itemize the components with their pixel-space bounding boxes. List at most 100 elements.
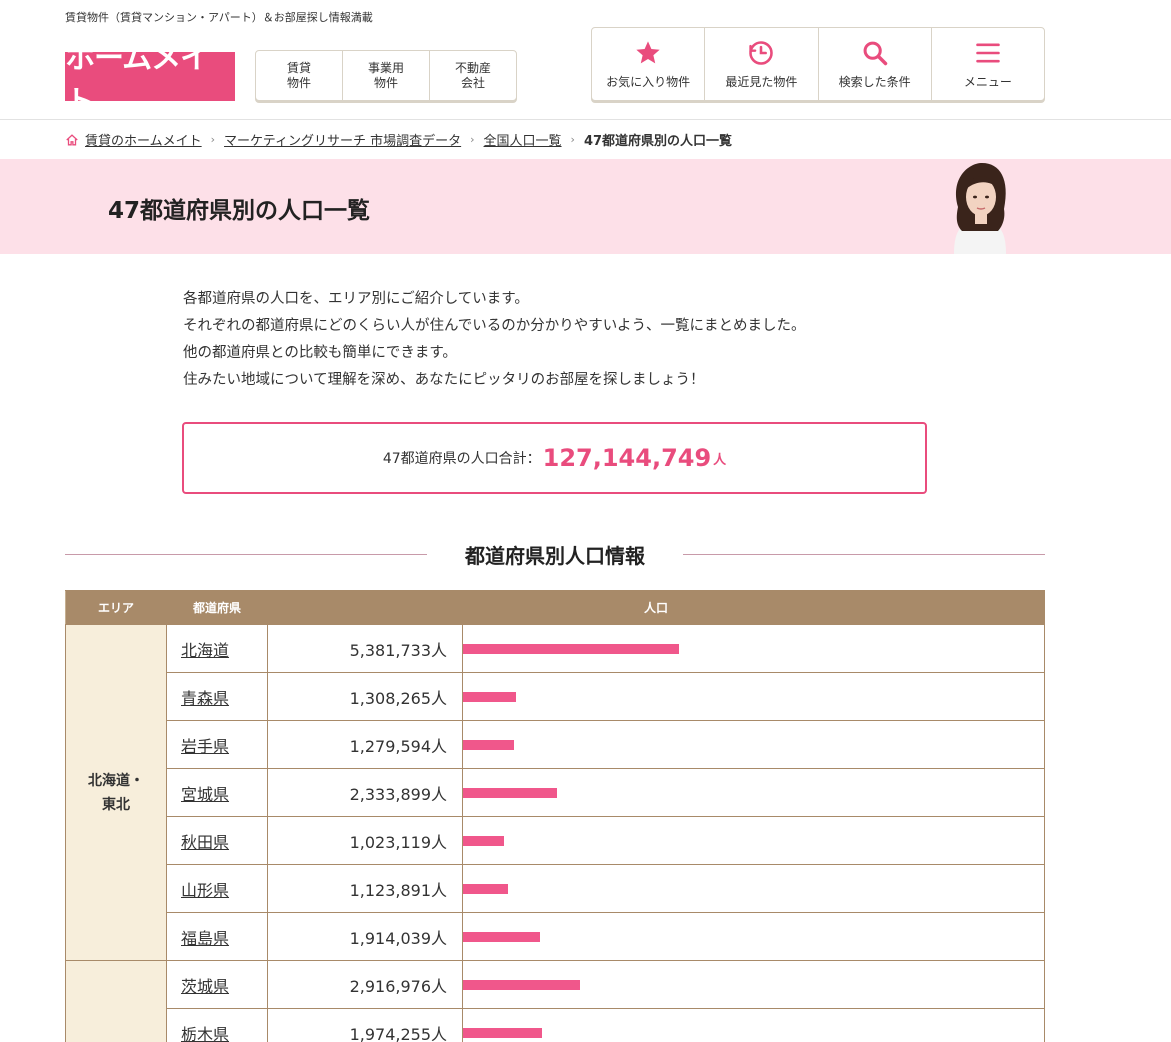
prefecture-link[interactable]: 秋田県 bbox=[181, 833, 229, 852]
table-row: 茨城県 2,916,976人 bbox=[65, 960, 1045, 1042]
population-bar-cell bbox=[462, 912, 1045, 961]
population-bar bbox=[463, 739, 514, 750]
population-bar-cell bbox=[462, 960, 1045, 1009]
searched-conditions-button[interactable]: 検索した条件 bbox=[819, 28, 932, 100]
area-label: 北海道・ bbox=[88, 772, 144, 789]
prefecture-cell: 宮城県 bbox=[166, 768, 268, 817]
prefecture-link[interactable]: 栃木県 bbox=[181, 1025, 229, 1042]
recently-viewed-label: 最近見た物件 bbox=[725, 74, 798, 89]
population-bar-cell bbox=[462, 816, 1045, 865]
population-value: 1,914,039人 bbox=[267, 912, 463, 961]
site-logo[interactable]: ホームメイト bbox=[65, 41, 235, 120]
total-population-label: 47都道府県の人口合計： bbox=[382, 451, 541, 467]
prefecture-link[interactable]: 茨城県 bbox=[181, 977, 229, 996]
intro-line: 他の都道府県との比較も簡単にできます。 bbox=[183, 345, 457, 361]
prefecture-cell: 岩手県 bbox=[166, 720, 268, 769]
prefecture-cell: 茨城県 bbox=[166, 960, 268, 1009]
breadcrumb: 賃貸のホームメイト › マーケティングリサーチ 市場調査データ › 全国人口一覧… bbox=[65, 130, 732, 149]
area-label: 東北 bbox=[102, 796, 130, 813]
prefecture-cell: 山形県 bbox=[166, 864, 268, 913]
table-row: 山形県 1,123,891人 bbox=[66, 864, 1045, 913]
population-bar-cell bbox=[462, 720, 1045, 769]
page-title: 47都道府県別の人口一覧 bbox=[108, 198, 371, 224]
population-value: 2,916,976人 bbox=[267, 960, 463, 1009]
population-bar bbox=[463, 691, 516, 702]
population-table-body: 北海道・ 東北 北海道 5,381,733人 青森県 1,308,265人 岩手県 1,279… bbox=[65, 624, 1045, 1042]
spokesperson-photo bbox=[940, 159, 1020, 254]
table-row: 岩手県 1,279,594人 bbox=[66, 720, 1045, 769]
column-header-population: 人口 bbox=[267, 590, 1045, 625]
chevron-right-icon: › bbox=[570, 133, 575, 146]
population-bar bbox=[463, 835, 504, 846]
intro-line: それぞれの都道府県にどのくらい人が住んでいるのか分かりやすいよう、一覧にまとめま… bbox=[183, 318, 806, 334]
table-row: 秋田県 1,023,119人 bbox=[66, 816, 1045, 865]
population-value: 5,381,733人 bbox=[267, 624, 463, 673]
recently-viewed-button[interactable]: 最近見た物件 bbox=[705, 28, 819, 100]
nav-rental-properties[interactable]: 賃貸 物件 bbox=[256, 51, 343, 100]
population-bar bbox=[463, 979, 580, 990]
site-tagline: 賃貸物件（賃貸マンション・アパート）＆お部屋探し情報満載 bbox=[65, 11, 373, 24]
breadcrumb-link-home[interactable]: 賃貸のホームメイト bbox=[85, 130, 202, 149]
nav-business-properties[interactable]: 事業用 物件 bbox=[343, 51, 430, 100]
total-population-box: 47都道府県の人口合計： 127,144,749 人 bbox=[182, 422, 927, 494]
breadcrumb-current: 47都道府県別の人口一覧 bbox=[583, 134, 733, 149]
home-icon bbox=[66, 133, 78, 145]
prefecture-cell: 青森県 bbox=[166, 672, 268, 721]
column-header-area: エリア bbox=[65, 590, 167, 625]
population-value: 1,974,255人 bbox=[267, 1008, 463, 1042]
population-value: 1,308,265人 bbox=[267, 672, 463, 721]
column-header-prefecture: 都道府県 bbox=[166, 590, 268, 625]
table-row: 青森県 1,308,265人 bbox=[66, 672, 1045, 721]
population-table: エリア 都道府県 人口 北海道・ 東北 北海道 5,381,733人 青森県 1,308,… bbox=[65, 590, 1045, 1042]
area-cell: 北海道・ 東北 bbox=[65, 624, 167, 961]
utility-nav: お気に入り物件 最近見た物件 検索した条件 メニュー bbox=[591, 27, 1045, 101]
population-bar bbox=[463, 931, 540, 942]
population-value: 1,123,891人 bbox=[267, 864, 463, 913]
menu-button[interactable]: メニュー bbox=[932, 28, 1044, 100]
favorites-label: お気に入り物件 bbox=[606, 74, 691, 89]
prefecture-link[interactable]: 宮城県 bbox=[181, 785, 229, 804]
prefecture-link[interactable]: 福島県 bbox=[181, 929, 229, 948]
population-bar-cell bbox=[462, 672, 1045, 721]
population-value: 1,023,119人 bbox=[267, 816, 463, 865]
favorites-button[interactable]: お気に入り物件 bbox=[592, 28, 706, 100]
prefecture-link[interactable]: 北海道 bbox=[181, 641, 229, 660]
chevron-right-icon: › bbox=[470, 133, 475, 146]
nav-real-estate-companies[interactable]: 不動産 会社 bbox=[430, 51, 516, 100]
header-divider bbox=[0, 119, 1171, 120]
breadcrumb-link-population-list[interactable]: 全国人口一覧 bbox=[484, 130, 562, 149]
prefecture-link[interactable]: 岩手県 bbox=[181, 737, 229, 756]
prefecture-cell: 北海道 bbox=[166, 624, 268, 673]
breadcrumb-link-marketing-research[interactable]: マーケティングリサーチ 市場調査データ bbox=[224, 130, 461, 149]
table-row: 福島県 1,914,039人 bbox=[66, 912, 1045, 961]
menu-label: メニュー bbox=[963, 74, 1012, 89]
population-bar-cell bbox=[462, 768, 1045, 817]
total-population-unit: 人 bbox=[713, 452, 727, 468]
prefecture-link[interactable]: 青森県 bbox=[181, 689, 229, 708]
searched-conditions-label: 検索した条件 bbox=[838, 74, 911, 89]
prefecture-cell: 福島県 bbox=[166, 912, 268, 961]
prefecture-cell: 秋田県 bbox=[166, 816, 268, 865]
population-value: 1,279,594人 bbox=[267, 720, 463, 769]
population-bar bbox=[463, 1027, 542, 1038]
intro-line: 各都道府県の人口を、エリア別にご紹介しています。 bbox=[183, 291, 529, 307]
search-icon bbox=[863, 41, 887, 65]
population-bar-cell bbox=[462, 864, 1045, 913]
population-bar bbox=[463, 883, 508, 894]
population-bar-cell bbox=[462, 624, 1045, 673]
star-icon bbox=[636, 40, 660, 63]
table-row: 北海道・ 東北 北海道 5,381,733人 bbox=[65, 624, 1045, 961]
population-bar bbox=[463, 787, 557, 798]
intro-line: 住みたい地域について理解を深め、あなたにピッタリのお部屋を探しましょう！ bbox=[183, 372, 705, 388]
section-heading: 都道府県別人口情報 bbox=[65, 540, 1045, 568]
prefecture-cell: 栃木県 bbox=[166, 1008, 268, 1042]
table-row: 栃木県 1,974,255人 bbox=[66, 1008, 1045, 1042]
population-bar bbox=[463, 643, 679, 654]
history-icon bbox=[749, 40, 774, 65]
prefecture-link[interactable]: 山形県 bbox=[181, 881, 229, 900]
chevron-right-icon: › bbox=[210, 133, 216, 146]
table-header-row: エリア 都道府県 人口 bbox=[65, 590, 1045, 625]
intro-text: 各都道府県の人口を、エリア別にご紹介しています。 それぞれの都道府県にどのくらい… bbox=[183, 286, 805, 394]
population-bar-cell bbox=[462, 1008, 1045, 1042]
page-hero: 47都道府県別の人口一覧 bbox=[0, 159, 1171, 254]
